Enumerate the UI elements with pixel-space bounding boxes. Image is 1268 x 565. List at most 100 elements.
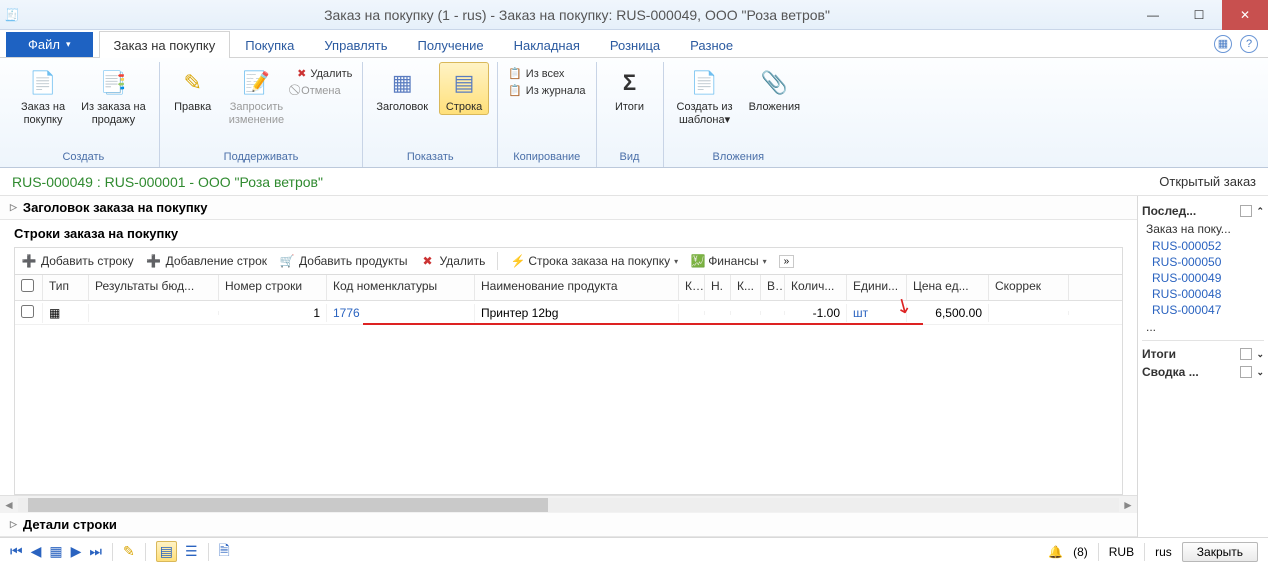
col-v[interactable]: В... (761, 275, 785, 300)
new-po-button[interactable]: 📄Заказ на покупку (16, 62, 70, 127)
cell-item-link[interactable]: 1776 (327, 304, 475, 322)
nav-prev-icon[interactable]: ◀ (31, 543, 42, 560)
delete-line-button[interactable]: ✖Удалить (420, 253, 486, 269)
header-view-button[interactable]: ▦Заголовок (371, 62, 433, 115)
sigma-icon: Σ (614, 67, 646, 99)
scroll-left-arrow[interactable]: ◄ (0, 498, 18, 512)
nav-next-icon[interactable]: ▶ (71, 543, 82, 560)
tab-manage[interactable]: Управлять (309, 31, 402, 58)
ribbon: 📄Заказ на покупку 📑Из заказа на продажу … (0, 58, 1268, 168)
order-status: Открытый заказ (1159, 174, 1256, 189)
doc-icon[interactable]: 🗎 (219, 540, 230, 564)
more-button[interactable]: » (779, 255, 795, 268)
section-line-details[interactable]: Детали строки (0, 513, 1137, 537)
side-recent-header[interactable]: Послед...⌃ (1142, 202, 1264, 220)
notification-count: (8) (1073, 545, 1088, 559)
table-row[interactable]: ▦ 1 1776 Принтер 12bg -1.00 шт 6,500.00 (15, 301, 1122, 325)
nav-grid-icon[interactable]: ▦ (49, 543, 62, 560)
add-products-button[interactable]: 🛒Добавить продукты (279, 253, 407, 269)
group-copy-label: Копирование (506, 149, 587, 167)
nav-first-icon[interactable]: ⏮ (10, 543, 23, 560)
scroll-right-arrow[interactable]: ► (1119, 498, 1137, 512)
view-options-icon[interactable]: ▦ (1214, 35, 1232, 53)
help-icon[interactable]: ? (1240, 35, 1258, 53)
edit-button[interactable]: ✎Правка (168, 62, 218, 115)
scroll-thumb[interactable] (28, 498, 548, 512)
side-recent-link[interactable]: RUS-000050 (1142, 254, 1264, 270)
col-corr[interactable]: Скоррек (989, 275, 1069, 300)
side-recent-top[interactable]: Заказ на поку... (1142, 220, 1264, 238)
col-k2[interactable]: К... (731, 275, 761, 300)
lightning-icon: ⚡ (510, 253, 526, 269)
delete-row-icon: ✖ (420, 253, 436, 269)
lines-toolbar: ➕Добавить строку ➕Добавление строк 🛒Доба… (14, 247, 1123, 274)
tab-receive[interactable]: Получение (403, 31, 499, 58)
col-budget[interactable]: Результаты бюд... (89, 275, 219, 300)
finance-menu[interactable]: 💹Финансы (690, 253, 766, 269)
view-form-icon[interactable]: ▤ (156, 541, 177, 562)
col-qty[interactable]: Колич... (785, 275, 847, 300)
group-view-label: Вид (605, 149, 655, 167)
col-line-no[interactable]: Номер строки (219, 275, 327, 300)
col-n[interactable]: Н. (705, 275, 731, 300)
tab-invoice[interactable]: Накладная (499, 31, 595, 58)
cell-name[interactable]: Принтер 12bg (475, 304, 679, 322)
copy-from-journal-button[interactable]: 📋Из журнала (506, 83, 587, 98)
col-price[interactable]: Цена ед... (907, 275, 989, 300)
close-button[interactable]: ✕ (1222, 0, 1268, 30)
cell-line-no[interactable]: 1 (219, 304, 327, 322)
grid-header: Тип Результаты бюд... Номер строки Код н… (15, 275, 1122, 301)
col-name[interactable]: Наименование продукта (475, 275, 679, 300)
line-view-button[interactable]: ▤Строка (439, 62, 489, 115)
col-type[interactable]: Тип (43, 275, 89, 300)
edit-pencil-icon[interactable]: ✎ (123, 543, 135, 560)
copy-from-all-button[interactable]: 📋Из всех (506, 66, 587, 81)
side-summary-header[interactable]: Сводка ...⌄ (1142, 363, 1264, 381)
cell-price[interactable]: 6,500.00 (907, 304, 989, 322)
col-item[interactable]: Код номенклатуры (327, 275, 475, 300)
lines-grid: Тип Результаты бюд... Номер строки Код н… (14, 274, 1123, 495)
group-create-label: Создать (16, 149, 151, 167)
side-recent-link[interactable]: RUS-000047 (1142, 302, 1264, 318)
bell-icon[interactable]: 🔔 (1048, 545, 1063, 559)
maximize-button[interactable]: ☐ (1176, 0, 1222, 30)
select-all-checkbox[interactable] (21, 279, 34, 292)
file-button[interactable]: Файл (6, 32, 93, 57)
cell-qty[interactable]: -1.00 (785, 304, 847, 322)
window-title: Заказ на покупку (1 - rus) - Заказ на по… (24, 7, 1130, 23)
info-bar: RUS-000049 : RUS-000001 - ООО "Роза ветр… (0, 168, 1268, 196)
add-line-button[interactable]: ➕Добавить строку (21, 253, 134, 269)
row-checkbox[interactable] (21, 305, 34, 318)
side-totals-header[interactable]: Итоги⌄ (1142, 345, 1264, 363)
side-recent-link[interactable]: RUS-000048 (1142, 286, 1264, 302)
side-ellipsis: ... (1142, 318, 1264, 336)
section-lines-title: Строки заказа на покупку (14, 226, 1123, 241)
from-so-button[interactable]: 📑Из заказа на продажу (76, 62, 151, 127)
horizontal-scrollbar[interactable]: ◄ ► (0, 495, 1137, 513)
add-lines-button[interactable]: ➕Добавление строк (146, 253, 267, 269)
paperclip-icon: 📎 (758, 67, 790, 99)
tab-general[interactable]: Разное (675, 31, 748, 58)
group-attach-label: Вложения (672, 149, 806, 167)
tab-po[interactable]: Заказ на покупку (99, 31, 231, 58)
pencil-icon: ✎ (177, 67, 209, 99)
col-select[interactable] (15, 275, 43, 300)
view-list-icon[interactable]: ☰ (185, 543, 198, 560)
attachments-button[interactable]: 📎Вложения (744, 62, 806, 115)
close-form-button[interactable]: Закрыть (1182, 542, 1258, 562)
add-product-icon: 🛒 (279, 253, 295, 269)
section-header-po-header[interactable]: Заголовок заказа на покупку (0, 196, 1137, 220)
tab-purchase[interactable]: Покупка (230, 31, 309, 58)
minimize-button[interactable]: — (1130, 0, 1176, 30)
po-line-menu[interactable]: ⚡Строка заказа на покупку (510, 253, 678, 269)
delete-button[interactable]: ✖Удалить (295, 66, 354, 81)
nav-last-icon[interactable]: ⏭ (89, 543, 102, 560)
tab-retail[interactable]: Розница (595, 31, 675, 58)
side-recent-link[interactable]: RUS-000052 (1142, 238, 1264, 254)
from-template-button[interactable]: 📄Создать из шаблона▾ (672, 62, 738, 127)
totals-button[interactable]: ΣИтоги (605, 62, 655, 115)
header-layout-icon: ▦ (386, 67, 418, 99)
side-recent-link[interactable]: RUS-000049 (1142, 270, 1264, 286)
app-icon: 🧾 (0, 8, 24, 22)
col-k1[interactable]: К... (679, 275, 705, 300)
